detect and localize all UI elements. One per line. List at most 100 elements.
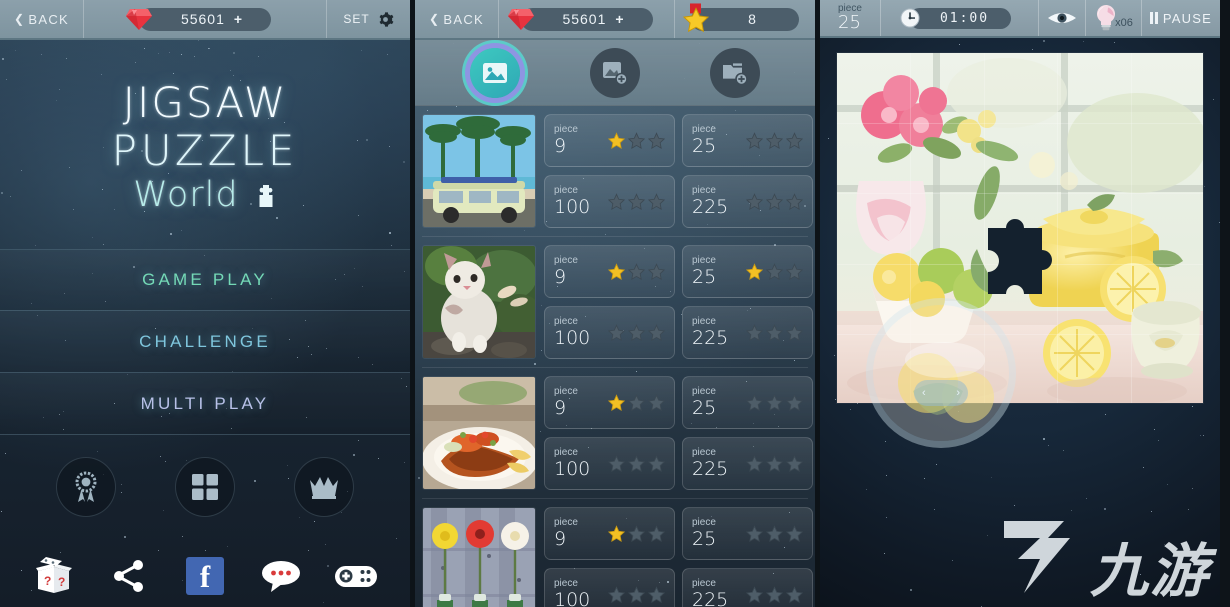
tab-add-folder[interactable]: [710, 47, 760, 98]
share-button[interactable]: [106, 553, 152, 599]
puzzle-board[interactable]: ‹ ›: [836, 52, 1204, 448]
tile-label: piece 225: [692, 185, 738, 218]
piece-count: 100: [554, 326, 591, 349]
star-empty-icon: [648, 323, 665, 341]
puzzle-piece-icon: [255, 180, 277, 215]
facebook-button[interactable]: f: [182, 553, 228, 599]
gem-pill[interactable]: 55601 +: [126, 7, 271, 31]
pause-icon: [1149, 12, 1158, 24]
screen-main-menu: ❮ BACK 55601 + SET JIGSAW PUZZLE World G…: [0, 0, 410, 607]
difficulty-tile[interactable]: piece 9: [544, 245, 675, 298]
star-empty-icon: [648, 263, 665, 280]
menu-item-challenge[interactable]: CHALLENGE: [0, 311, 410, 373]
gallery-button[interactable]: [174, 457, 235, 517]
flowers-bottles-thumbnail[interactable]: [422, 507, 536, 607]
premium-button[interactable]: [294, 457, 355, 517]
gem-add-button[interactable]: +: [234, 11, 243, 27]
star-counter[interactable]: 8: [675, 0, 815, 38]
difficulty-tile[interactable]: piece 225: [682, 436, 813, 490]
star-rating: [746, 454, 803, 472]
magnifier-nav[interactable]: ‹ ›: [914, 380, 968, 406]
title-line-3: World: [133, 175, 239, 215]
star-pill[interactable]: 8: [682, 3, 799, 33]
magnifier-prev-button[interactable]: ‹: [922, 387, 926, 399]
piece-count: 225: [692, 588, 729, 607]
star-empty-icon: [786, 323, 803, 341]
star-empty-icon: [628, 263, 645, 280]
menu-item-multi-play[interactable]: MULTI PLAY: [0, 373, 410, 435]
star-empty-icon: [746, 525, 763, 542]
piece-word: piece: [554, 386, 578, 397]
food-plate-thumbnail[interactable]: [422, 376, 536, 490]
dark-puzzle-piece-slot[interactable]: [974, 214, 1062, 317]
menu-item-game-play[interactable]: GAME PLAY: [0, 249, 410, 311]
difficulty-tile[interactable]: piece 25: [682, 376, 813, 429]
difficulty-tile[interactable]: piece 225: [682, 174, 813, 228]
star-empty-icon: [746, 454, 763, 472]
achievements-button[interactable]: [55, 457, 116, 517]
settings-button[interactable]: SET: [327, 0, 410, 38]
difficulty-tile[interactable]: piece 100: [544, 567, 675, 607]
chat-button[interactable]: [258, 553, 304, 599]
star-empty-icon: [746, 394, 763, 411]
difficulty-tile[interactable]: piece 225: [682, 305, 813, 359]
difficulty-tile[interactable]: piece 9: [544, 507, 675, 560]
screenshot-root: ❮ BACK 55601 + SET JIGSAW PUZZLE World G…: [0, 0, 1230, 607]
difficulty-tile[interactable]: piece 100: [544, 436, 675, 490]
piece-count: 25: [692, 266, 717, 288]
hint-button[interactable]: x06: [1086, 0, 1142, 36]
piece-word: piece: [554, 577, 578, 589]
gem-count: 55601: [562, 11, 607, 27]
star-rating: [608, 525, 665, 542]
star-rating: [746, 394, 803, 411]
piece-count: 225: [692, 195, 729, 218]
difficulty-tiles: piece 9 piece 25 piece 100 piece 225: [544, 245, 813, 359]
piece-word: piece: [692, 386, 716, 397]
star-rating: [608, 585, 665, 603]
magnifier-next-button[interactable]: ›: [956, 387, 960, 399]
difficulty-tile[interactable]: piece 100: [544, 174, 675, 228]
beach-van-thumbnail[interactable]: [422, 114, 536, 228]
title-line-3-wrap: World: [0, 178, 410, 215]
difficulty-tile[interactable]: piece 9: [544, 376, 675, 429]
gamepad-button[interactable]: [333, 553, 379, 599]
difficulty-tiles: piece 9 piece 25 piece 100 piece 225: [544, 114, 813, 228]
star-rating: [746, 585, 803, 603]
back-button[interactable]: ❮ BACK: [415, 0, 499, 38]
star-empty-icon: [786, 394, 803, 411]
star-empty-icon: [766, 454, 783, 472]
tab-add-photo[interactable]: [590, 47, 640, 98]
title-line-2: PUZZLE: [111, 126, 299, 175]
chat-bubble-icon: [261, 561, 300, 592]
more-games-button[interactable]: ? ?: [31, 553, 77, 599]
puzzle-select-header: ❮ BACK 55601 + 8: [415, 0, 815, 40]
star-empty-icon: [608, 454, 625, 472]
star-empty-icon: [648, 394, 665, 411]
gem-counter[interactable]: 55601 +: [84, 0, 327, 38]
pause-button[interactable]: PAUSE: [1142, 0, 1220, 36]
tile-label: piece 9: [554, 256, 600, 287]
tile-label: piece 25: [692, 518, 738, 549]
tile-label: piece 25: [692, 125, 738, 156]
difficulty-tile[interactable]: piece 25: [682, 245, 813, 298]
timer-display: 01:00: [881, 0, 1040, 36]
difficulty-tile[interactable]: piece 25: [682, 114, 813, 167]
gem-pill[interactable]: 55601 +: [507, 7, 653, 31]
piece-count: 9: [554, 397, 567, 419]
star-empty-icon: [766, 394, 783, 411]
tab-builtin-images[interactable]: [470, 47, 520, 98]
magnifier-overlay[interactable]: [866, 298, 1016, 448]
difficulty-tile[interactable]: piece 225: [682, 567, 813, 607]
difficulty-tile[interactable]: piece 25: [682, 507, 813, 560]
kitten-thumbnail[interactable]: [422, 245, 536, 359]
preview-button[interactable]: [1039, 0, 1087, 36]
puzzle-row: piece 9 piece 25 piece 100 piece 225: [422, 507, 813, 607]
gem-counter[interactable]: 55601 +: [499, 0, 675, 38]
piece-count: 100: [554, 195, 591, 218]
difficulty-tile[interactable]: piece 100: [544, 305, 675, 359]
back-button[interactable]: ❮ BACK: [0, 0, 84, 38]
piece-word: piece: [554, 315, 578, 327]
difficulty-tile[interactable]: piece 9: [544, 114, 675, 167]
gem-add-button[interactable]: +: [615, 11, 624, 27]
title-line-1: JIGSAW: [122, 78, 288, 127]
